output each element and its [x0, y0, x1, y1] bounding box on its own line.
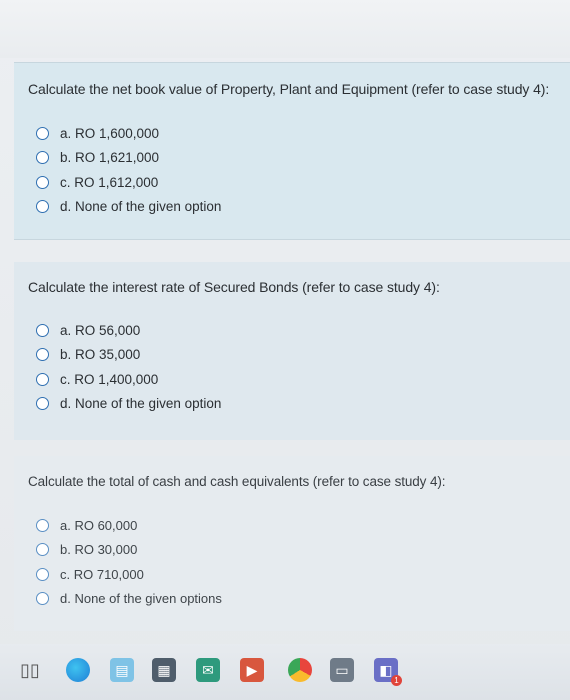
answer-label: d. None of the given option [60, 396, 222, 412]
mail-icon[interactable]: ✉ [196, 658, 220, 682]
answer-label: b. RO 1,621,000 [60, 150, 160, 166]
answer-label: c. RO 1,612,000 [60, 174, 159, 190]
teams-icon[interactable]: ◧ 1 [374, 658, 402, 686]
answer-option-2d[interactable]: d. None of the given option [36, 392, 221, 417]
answer-label: b. RO 30,000 [60, 542, 138, 558]
taskbar: ▯▯ ▤ ▦ ✉ ▶ ▭ ◧ 1 [0, 644, 570, 700]
answer-options-3: a. RO 60,000 b. RO 30,000 c. RO 710,000 … [36, 513, 222, 611]
question-card-3: Calculate the total of cash and cash equ… [14, 456, 570, 631]
answer-label: d. None of the given options [60, 591, 222, 607]
answer-label: b. RO 35,000 [60, 347, 141, 363]
top-strip [0, 0, 570, 58]
question-text-1: Calculate the net book value of Property… [28, 81, 550, 97]
answer-option-1d[interactable]: d. None of the given option [36, 195, 221, 220]
notification-badge: 1 [391, 675, 402, 686]
answer-option-3a[interactable]: a. RO 60,000 [36, 513, 222, 538]
question-card-2: Calculate the interest rate of Secured B… [14, 262, 570, 440]
radio-button[interactable] [36, 126, 49, 140]
radio-button[interactable] [36, 175, 49, 189]
answer-option-1b[interactable]: b. RO 1,621,000 [36, 146, 221, 171]
answer-option-3c[interactable]: c. RO 710,000 [36, 562, 222, 587]
answer-option-1a[interactable]: a. RO 1,600,000 [36, 121, 221, 146]
powerpoint-icon[interactable]: ▶ [240, 658, 264, 682]
answer-options-1: a. RO 1,600,000 b. RO 1,621,000 c. RO 1,… [36, 121, 221, 219]
chrome-icon[interactable] [288, 658, 312, 682]
question-text-3: Calculate the total of cash and cash equ… [28, 474, 446, 489]
answer-option-2b[interactable]: b. RO 35,000 [36, 343, 221, 368]
answer-label: c. RO 710,000 [60, 566, 144, 582]
radio-button[interactable] [36, 348, 49, 362]
file-explorer-icon[interactable]: ▭ [330, 658, 354, 682]
radio-button[interactable] [36, 200, 49, 214]
answer-option-2a[interactable]: a. RO 56,000 [36, 318, 221, 343]
answer-option-3d[interactable]: d. None of the given options [36, 587, 222, 612]
radio-button[interactable] [36, 567, 49, 581]
radio-button[interactable] [36, 397, 49, 411]
answer-label: d. None of the given option [60, 199, 222, 215]
radio-button[interactable] [36, 372, 49, 386]
answer-label: c. RO 1,400,000 [60, 371, 159, 387]
answer-label: a. RO 1,600,000 [60, 125, 160, 141]
radio-button[interactable] [36, 543, 49, 557]
radio-button[interactable] [36, 323, 49, 337]
edge-icon[interactable] [66, 658, 90, 682]
answer-label: a. RO 60,000 [60, 517, 138, 533]
answer-option-1c[interactable]: c. RO 1,612,000 [36, 170, 221, 195]
task-view-icon[interactable]: ▯▯ [18, 658, 42, 682]
answer-options-2: a. RO 56,000 b. RO 35,000 c. RO 1,400,00… [36, 318, 221, 416]
calculator-icon[interactable]: ▦ [152, 658, 176, 682]
radio-button[interactable] [36, 592, 49, 606]
quiz-page: Calculate the net book value of Property… [0, 0, 570, 700]
answer-option-3b[interactable]: b. RO 30,000 [36, 538, 222, 563]
answer-label: a. RO 56,000 [60, 322, 141, 338]
radio-button[interactable] [36, 518, 49, 532]
question-card-1: Calculate the net book value of Property… [14, 62, 570, 240]
question-text-2: Calculate the interest rate of Secured B… [28, 279, 440, 295]
store-icon[interactable]: ▤ [110, 658, 134, 682]
answer-option-2c[interactable]: c. RO 1,400,000 [36, 367, 221, 392]
radio-button[interactable] [36, 151, 49, 165]
